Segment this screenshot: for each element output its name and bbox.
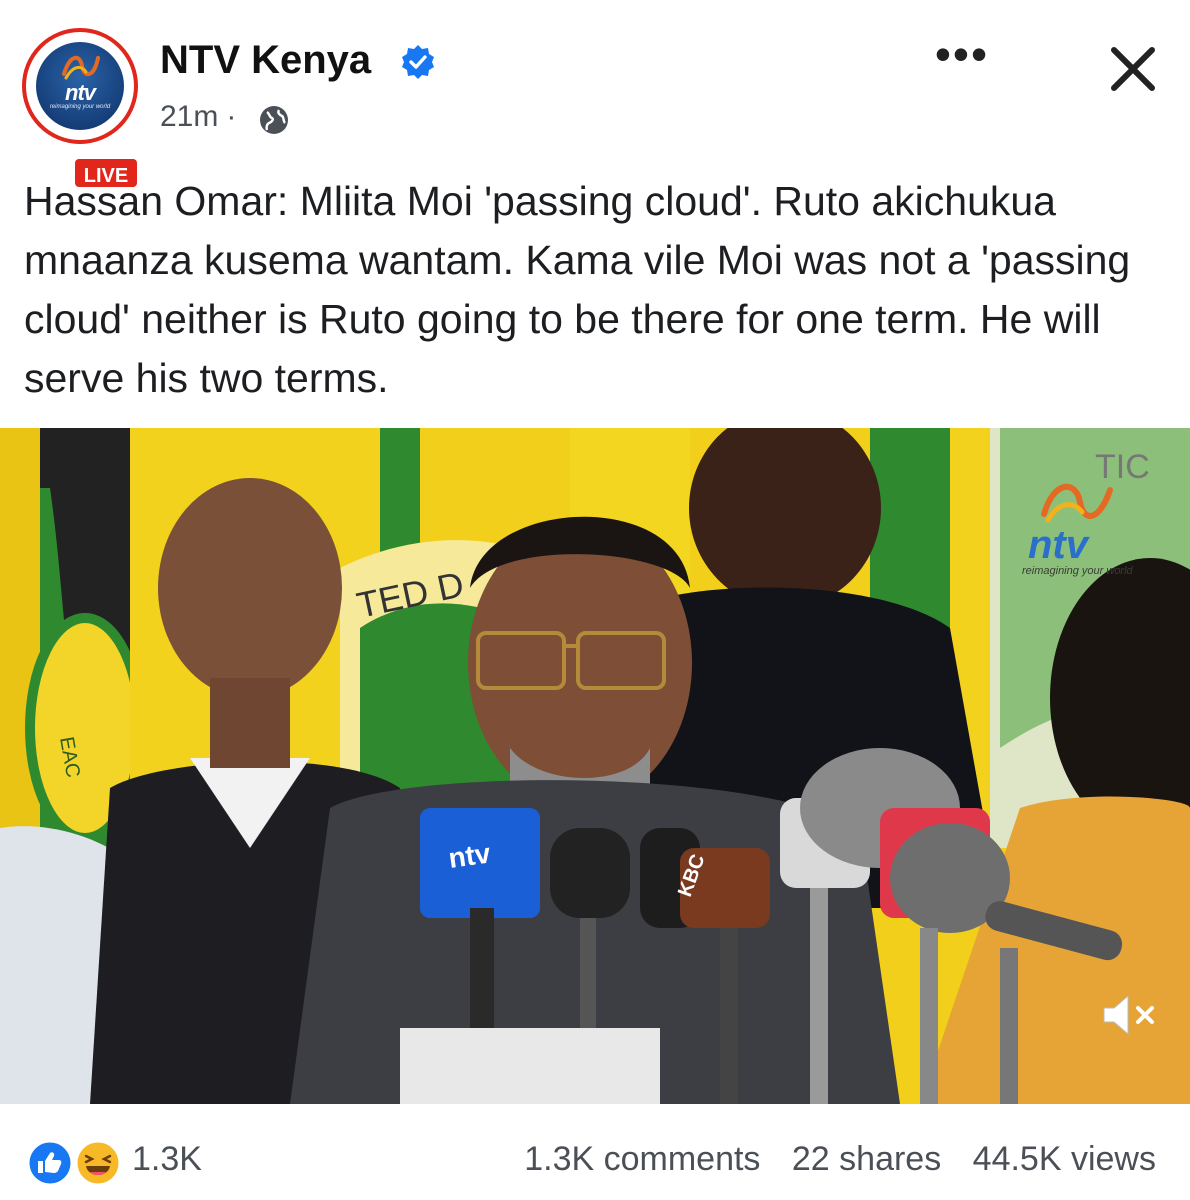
avatar-ntv-text: ntv <box>65 80 96 105</box>
watermark-tagline: reimagining your world <box>1022 565 1134 577</box>
haha-icon <box>74 1139 122 1187</box>
meta-separator: · <box>226 100 237 133</box>
post-time[interactable]: 21m <box>160 100 218 133</box>
verified-badge-icon <box>402 45 434 79</box>
avatar-tagline: reimagining your world <box>49 104 111 110</box>
speaker-muted-icon[interactable] <box>1098 990 1162 1040</box>
post-header: ntv reimagining your world LIVE NTV Keny… <box>0 0 1190 190</box>
reaction-count[interactable]: 1.3K <box>132 1140 202 1179</box>
watermark-logo-text: ntv <box>1028 523 1091 567</box>
views-count: 44.5K views <box>972 1140 1156 1178</box>
page-avatar[interactable]: ntv reimagining your world LIVE <box>22 28 140 190</box>
avatar-logo-image: ntv reimagining your world <box>36 42 124 130</box>
more-options-button[interactable]: ••• <box>930 31 994 80</box>
post-footer: 1.3K 1.3K comments 22 shares 44.5K views <box>0 1118 1190 1200</box>
ntv-watermark-logo-icon: ntv reimagining your world <box>1022 483 1134 577</box>
page-name[interactable]: NTV Kenya <box>160 38 371 83</box>
close-icon[interactable] <box>1108 44 1158 94</box>
ntv-swirl-icon <box>62 55 100 80</box>
mic-label-ntv: ntv <box>447 837 493 874</box>
ntv-watermark: ntv reimagining your world <box>1014 470 1164 580</box>
post-stats: 1.3K comments 22 shares 44.5K views <box>502 1140 1156 1179</box>
globe-icon <box>260 106 288 134</box>
comments-count[interactable]: 1.3K comments <box>524 1140 760 1178</box>
like-icon <box>26 1139 74 1187</box>
reaction-icons[interactable] <box>24 1138 128 1188</box>
post-video[interactable]: EAC TED D TIC ntv KBC ntv reimagining yo… <box>0 428 1190 1104</box>
press-conference-video-frame: EAC TED D TIC ntv KBC <box>0 428 1190 1104</box>
shares-count[interactable]: 22 shares <box>792 1140 941 1178</box>
post-meta: 21m · <box>160 100 244 134</box>
post-text: Hassan Omar: Mliita Moi 'passing cloud'.… <box>24 178 1131 401</box>
